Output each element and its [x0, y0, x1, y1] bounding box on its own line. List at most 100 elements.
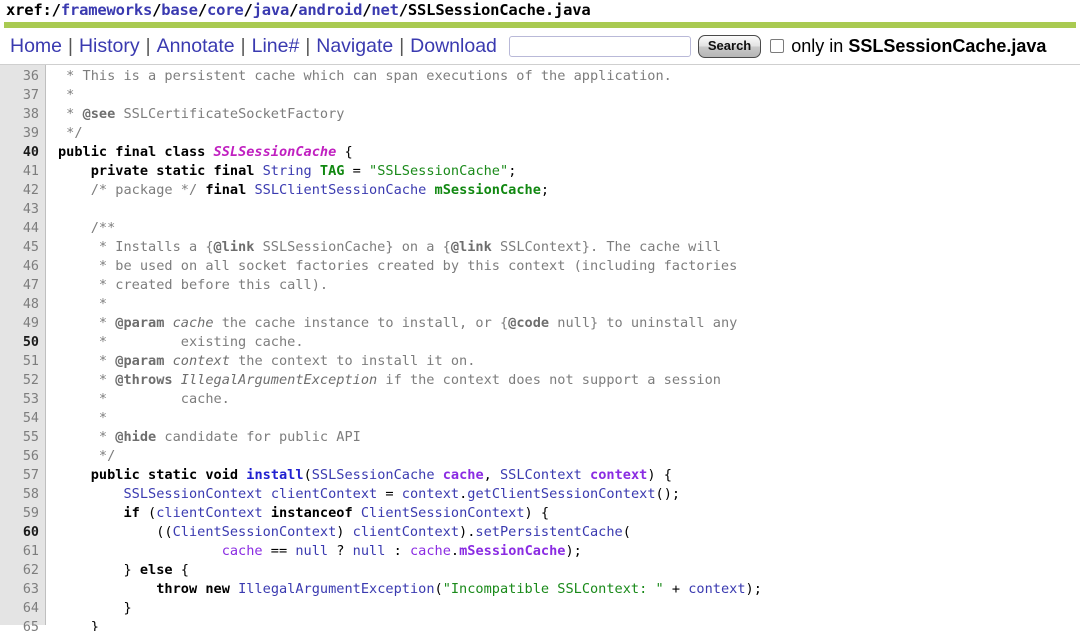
search-button[interactable]: Search [697, 34, 762, 58]
token: ; [540, 182, 550, 198]
menu-links: Home | History | Annotate | Line# | Navigate | Dow… [8, 35, 503, 57]
token: throw new [156, 581, 230, 597]
line-number-60[interactable]: 60 [0, 523, 46, 542]
token[interactable]: null [353, 543, 386, 559]
line-number-40[interactable]: 40 [0, 143, 46, 162]
token: * existing cache. [58, 334, 304, 350]
token: mSessionCache [459, 543, 566, 559]
line-number-41[interactable]: 41 [0, 162, 46, 181]
menu-link-home[interactable]: Home [8, 35, 68, 57]
line-number-54[interactable]: 54 [0, 409, 46, 428]
token: = [344, 163, 370, 179]
line-number-58[interactable]: 58 [0, 485, 46, 504]
token: @hide [115, 429, 157, 445]
token: @throws [115, 372, 173, 388]
line-number-49[interactable]: 49 [0, 314, 46, 333]
path-segment-frameworks[interactable]: frameworks [61, 1, 153, 19]
token[interactable]: SSLClientSessionCache [254, 182, 426, 198]
line-number-46[interactable]: 46 [0, 257, 46, 276]
token: (( [58, 524, 173, 540]
line-number-59[interactable]: 59 [0, 504, 46, 523]
code-text: ((ClientSessionContext) clientContext).s… [46, 523, 631, 542]
token: * This is a persistent cache which can s… [58, 68, 672, 84]
line-number-56[interactable]: 56 [0, 447, 46, 466]
menu-link-download[interactable]: Download [404, 35, 503, 57]
code-text: * This is a persistent cache which can s… [46, 67, 672, 86]
line-number-65[interactable]: 65 [0, 618, 46, 631]
token[interactable]: SSLSessionContext [123, 486, 262, 502]
token: ) { [524, 505, 550, 521]
token: IllegalArgumentException [180, 372, 378, 388]
line-number-53[interactable]: 53 [0, 390, 46, 409]
line-number-38[interactable]: 38 [0, 105, 46, 124]
token: ( [303, 467, 312, 483]
token: SSLCertificateSocketFactory [115, 106, 345, 122]
code-line: 65 } [0, 618, 1080, 631]
token[interactable]: null [295, 543, 328, 559]
token[interactable]: getClientSessionContext [467, 486, 655, 502]
token[interactable]: ClientSessionContext [361, 505, 525, 521]
only-in-file-checkbox[interactable] [770, 39, 785, 53]
menu-link-navigate[interactable]: Navigate [310, 35, 399, 57]
line-number-51[interactable]: 51 [0, 352, 46, 371]
menu-link-history[interactable]: History [73, 35, 146, 57]
line-number-55[interactable]: 55 [0, 428, 46, 447]
line-number-57[interactable]: 57 [0, 466, 46, 485]
search-input[interactable] [508, 35, 691, 57]
line-number-48[interactable]: 48 [0, 295, 46, 314]
code-text: * [46, 86, 74, 105]
token: @link [213, 239, 255, 255]
menu-link-line[interactable]: Line# [246, 35, 306, 57]
path-segment-core[interactable]: core [207, 1, 244, 19]
path-segment-base[interactable]: base [161, 1, 198, 19]
token[interactable]: setPersistentCache [475, 524, 622, 540]
token[interactable]: ClientSessionContext [173, 524, 337, 540]
code-line: 46 * be used on all socket factories cre… [0, 257, 1080, 276]
line-number-50[interactable]: 50 [0, 333, 46, 352]
path-segment-android[interactable]: android [298, 1, 362, 19]
token: @param [115, 353, 165, 369]
line-number-44[interactable]: 44 [0, 219, 46, 238]
line-number-64[interactable]: 64 [0, 599, 46, 618]
token: * [58, 87, 75, 103]
token[interactable]: IllegalArgumentException [238, 581, 434, 597]
code-text: public final class SSLSessionCache { [46, 143, 353, 162]
token[interactable]: SSLSessionCache [312, 467, 435, 483]
line-number-43[interactable]: 43 [0, 200, 46, 219]
line-number-42[interactable]: 42 [0, 181, 46, 200]
token: SSLSessionCache} on a { [254, 239, 451, 255]
line-number-45[interactable]: 45 [0, 238, 46, 257]
line-number-36[interactable]: 36 [0, 67, 46, 86]
line-number-37[interactable]: 37 [0, 86, 46, 105]
menu-link-annotate[interactable]: Annotate [151, 35, 241, 57]
path-segment-java[interactable]: java [253, 1, 290, 19]
token: public static void [90, 467, 239, 483]
token[interactable]: clientContext [156, 505, 262, 521]
token[interactable]: SSLContext [500, 467, 582, 483]
token[interactable]: clientContext [271, 486, 377, 502]
token: ( [434, 581, 443, 597]
line-number-47[interactable]: 47 [0, 276, 46, 295]
code-text: * existing cache. [46, 333, 304, 352]
token[interactable]: context [402, 486, 459, 502]
token[interactable]: String [263, 163, 312, 179]
code-text: * created before this call). [46, 276, 328, 295]
line-number-63[interactable]: 63 [0, 580, 46, 599]
line-number-39[interactable]: 39 [0, 124, 46, 143]
code-text: if (clientContext instanceof ClientSessi… [46, 504, 549, 523]
token[interactable]: install [246, 467, 303, 483]
line-number-61[interactable]: 61 [0, 542, 46, 561]
token: ; [508, 163, 517, 179]
path-segment-net[interactable]: net [371, 1, 399, 19]
token[interactable]: clientContext [353, 524, 459, 540]
token: ( [139, 505, 157, 521]
line-number-62[interactable]: 62 [0, 561, 46, 580]
token: */ [58, 125, 83, 141]
code-text: * @see SSLCertificateSocketFactory [46, 105, 344, 124]
code-line: 53 * cache. [0, 390, 1080, 409]
token[interactable]: context [688, 581, 745, 597]
line-number-52[interactable]: 52 [0, 371, 46, 390]
